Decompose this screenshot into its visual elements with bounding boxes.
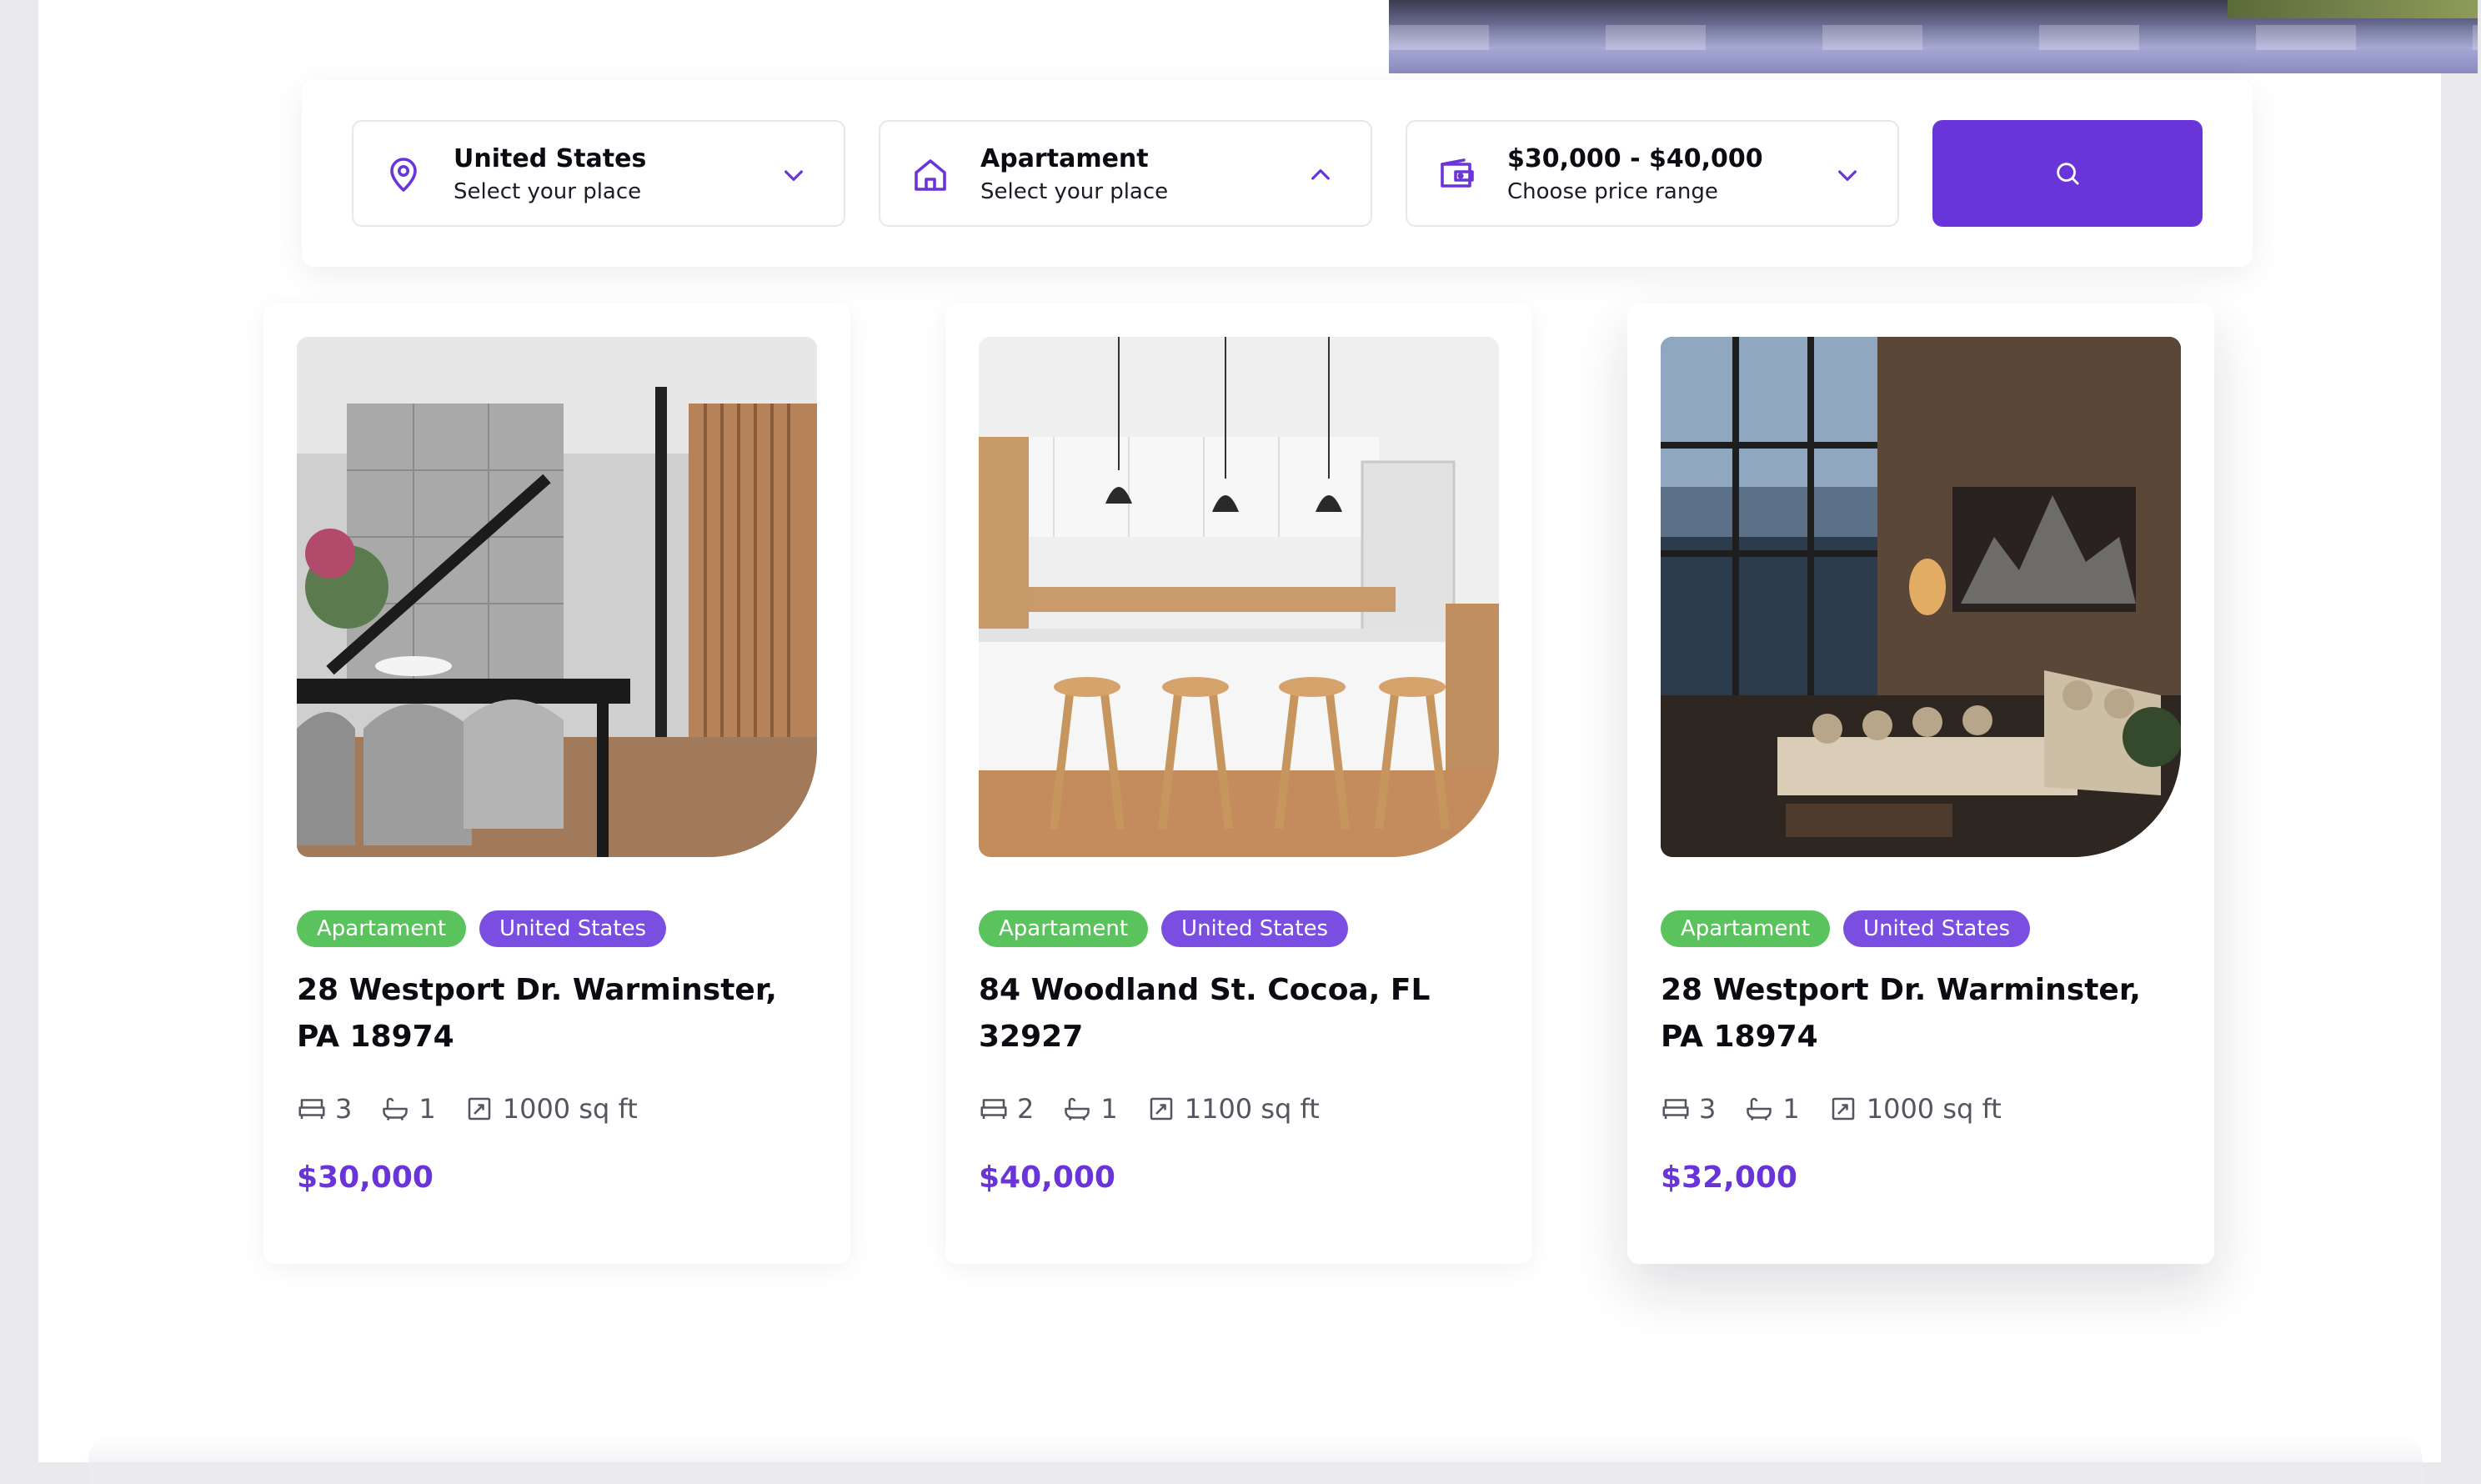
bed-icon [980,1099,1007,1119]
location-hint: Select your place [454,179,642,204]
area-icon [1150,1097,1172,1121]
map-pin-icon [390,158,417,192]
tag-type[interactable]: Apartament [1661,910,1831,947]
listing-card[interactable]: Apartament United States 84 Woodland St.… [945,303,1532,1264]
tag-country[interactable]: United States [1161,910,1349,947]
location-value: United States [454,144,647,173]
beds-count: 3 [335,1093,353,1125]
hero-image [1389,0,2478,73]
chevron-down-icon[interactable] [780,162,807,188]
beds-spec: 2 [979,1093,1034,1125]
beds-count: 3 [1699,1093,1717,1125]
area-value: 1000 sq ft [502,1093,638,1125]
baths-count: 1 [1782,1093,1800,1125]
tag-country[interactable]: United States [479,910,667,947]
listing-card[interactable]: Apartament United States 28 Westport Dr.… [1627,303,2214,1264]
listing-specs: 2 1 1100 sq ft [979,1090,1348,1127]
area-icon [468,1097,490,1121]
tag-type[interactable]: Apartament [297,910,467,947]
price-range-hint: Choose price range [1507,179,1718,204]
tag-country[interactable]: United States [1843,910,2031,947]
area-spec: 1000 sq ft [464,1093,638,1125]
kitchen-image [979,337,1499,857]
page: United States Select your place Apartame… [38,0,2478,1484]
beds-spec: 3 [1661,1093,1716,1125]
baths-spec: 1 [1062,1093,1118,1125]
property-type-select[interactable]: Apartament Select your place [879,120,1372,227]
area-spec: 1000 sq ft [1828,1093,2002,1125]
bathtub-icon [383,1097,408,1121]
area-icon [1832,1097,1854,1121]
bathtub-icon [1065,1097,1090,1121]
beds-spec: 3 [297,1093,352,1125]
property-type-hint: Select your place [980,179,1169,204]
interior-image [297,337,817,857]
search-icon [2057,163,2079,185]
baths-spec: 1 [380,1093,436,1125]
living-room-image [1661,337,2181,857]
search-button[interactable] [1932,120,2203,227]
wallet-icon [1441,158,1474,188]
area-spec: 1100 sq ft [1146,1093,1320,1125]
baths-count: 1 [1100,1093,1118,1125]
bathtub-icon [1747,1097,1772,1121]
beds-count: 2 [1017,1093,1035,1125]
price-range-select[interactable]: $30,000 - $40,000 Choose price range [1406,120,1899,227]
baths-count: 1 [419,1093,436,1125]
listing-specs: 3 1 1000 sq ft [297,1090,666,1127]
listing-photo[interactable] [979,337,1499,857]
area-value: 1100 sq ft [1184,1093,1320,1125]
price-range-value: $30,000 - $40,000 [1507,144,1763,173]
footer-shadow [88,1434,2423,1484]
listing-photo[interactable] [1661,337,2181,857]
location-select[interactable]: United States Select your place [352,120,845,227]
listing-address[interactable]: 84 Woodland St. Cocoa, FL 32927 [979,967,1479,1060]
baths-spec: 1 [1744,1093,1800,1125]
tag-type[interactable]: Apartament [979,910,1149,947]
listing-price: $32,000 [1661,1161,1797,1195]
bed-icon [298,1099,325,1119]
chevron-up-icon[interactable] [1307,162,1334,188]
bed-icon [1662,1099,1689,1119]
listing-photo[interactable] [297,337,817,857]
listing-specs: 3 1 1000 sq ft [1661,1090,2030,1127]
area-value: 1000 sq ft [1866,1093,2002,1125]
listing-price: $30,000 [297,1161,434,1195]
listing-address[interactable]: 28 Westport Dr. Warminster, PA 18974 [297,967,797,1060]
listing-price: $40,000 [979,1161,1115,1195]
chevron-down-icon[interactable] [1834,162,1861,188]
search-bar: United States Select your place Apartame… [302,80,2253,267]
listing-address[interactable]: 28 Westport Dr. Warminster, PA 18974 [1661,967,2161,1060]
home-icon [915,159,946,191]
listing-card[interactable]: Apartament United States 28 Westport Dr.… [263,303,850,1264]
property-type-value: Apartament [980,144,1149,173]
